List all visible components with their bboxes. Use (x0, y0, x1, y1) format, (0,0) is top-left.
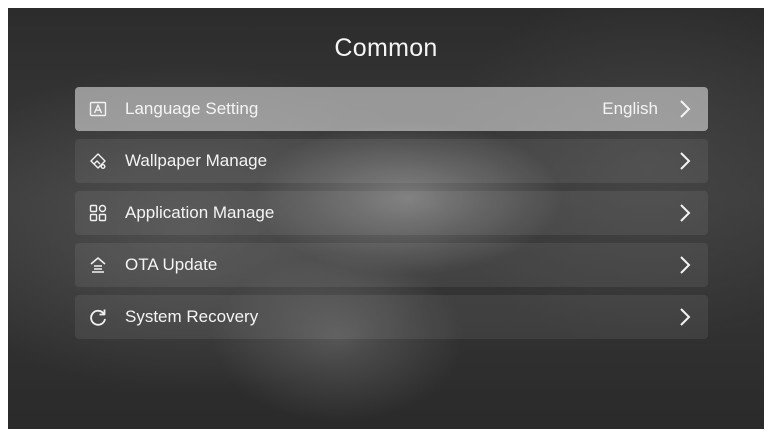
menu-item-application-manage[interactable]: Application Manage (75, 191, 708, 235)
chevron-right-icon (678, 203, 692, 223)
chevron-right-icon (678, 255, 692, 275)
chevron-right-icon (678, 151, 692, 171)
menu-item-language-setting[interactable]: Language Setting English (75, 87, 708, 131)
language-value: English (602, 99, 658, 118)
chevron-right-icon (678, 307, 692, 327)
ota-update-icon (89, 256, 107, 274)
wallpaper-icon (89, 152, 107, 170)
menu-item-label: Language Setting (125, 99, 259, 118)
menu-item-label: System Recovery (125, 307, 259, 326)
menu-item-label: Application Manage (125, 203, 275, 222)
menu-item-label: Wallpaper Manage (125, 151, 268, 170)
menu-item-label: OTA Update (125, 255, 218, 274)
chevron-right-icon (678, 99, 692, 119)
recovery-icon (89, 308, 107, 326)
menu-item-wallpaper-manage[interactable]: Wallpaper Manage (75, 139, 708, 183)
page-title: Common (334, 34, 438, 62)
apps-grid-icon (89, 204, 107, 222)
language-icon (89, 100, 107, 118)
settings-menu: Language Setting English Wallpaper Manag… (75, 87, 708, 347)
menu-item-ota-update[interactable]: OTA Update (75, 243, 708, 287)
settings-screen: Common Language Setting English Wallpape… (8, 8, 764, 429)
menu-item-system-recovery[interactable]: System Recovery (75, 295, 708, 339)
